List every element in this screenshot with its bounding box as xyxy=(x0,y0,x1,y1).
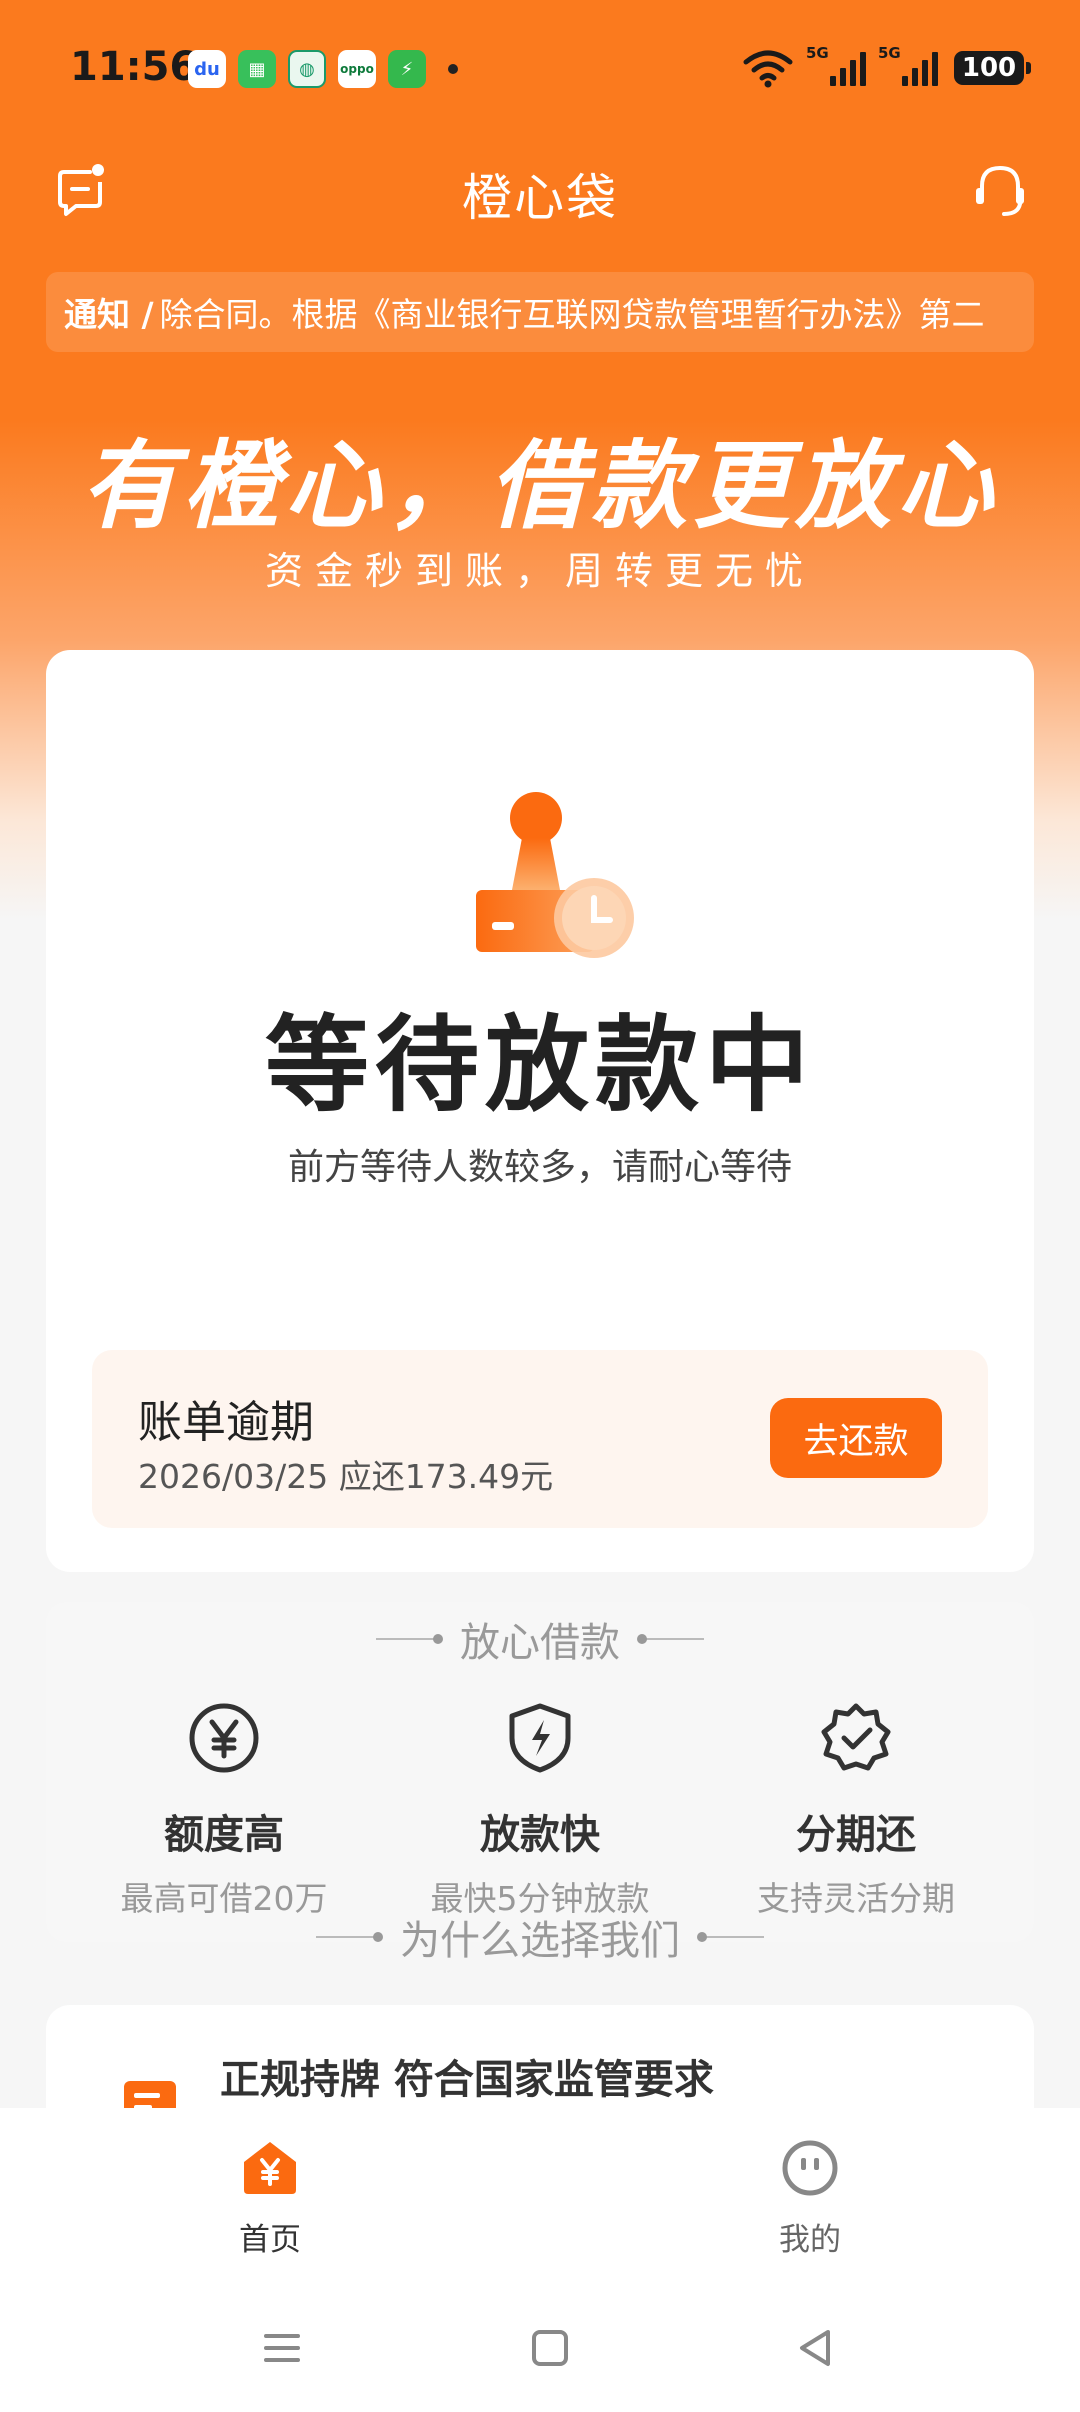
app-header: 橙心袋 xyxy=(0,140,1080,240)
bill-title: 账单逾期 xyxy=(138,1397,314,1448)
heading-line-right xyxy=(637,1634,704,1644)
license-title: 正规持牌 符合国家监管要求 xyxy=(220,2057,714,2103)
why-us-heading: 为什么选择我们 xyxy=(46,1908,1034,1966)
why-us-heading-text: 为什么选择我们 xyxy=(400,1918,680,1964)
menu-icon[interactable] xyxy=(252,2318,312,2378)
oppo-icon: oppo xyxy=(338,50,376,88)
lightning-shield-icon xyxy=(509,1703,571,1773)
signal-icon-2: 5G xyxy=(878,44,938,86)
app-icon: ▦ xyxy=(238,50,276,88)
feature-installment: 分期还 支持灵活分期 xyxy=(706,1700,1006,1920)
yen-icon xyxy=(189,1703,259,1773)
features-heading: 放心借款 xyxy=(46,1610,1034,1668)
bill-detail: 2026/03/25 应还173.49元 xyxy=(138,1457,554,1496)
signal-2-label: 5G xyxy=(878,44,901,62)
tab-home[interactable]: 首页 xyxy=(170,2138,370,2259)
notification-icons: du ▦ ◍ oppo ⚡ xyxy=(188,50,458,88)
system-icons: 5G 5G 100 xyxy=(742,44,1031,88)
tab-home-label: 首页 xyxy=(239,2222,301,2258)
page-title: 橙心袋 xyxy=(462,169,618,227)
loan-status-subtitle: 前方等待人数较多，请耐心等待 xyxy=(287,1147,792,1188)
loan-status-title: 等待放款中 xyxy=(264,1004,815,1126)
overdue-bill-panel: 账单逾期 2026/03/25 应还173.49元 去还款 xyxy=(92,1350,988,1528)
battery-icon: 100 xyxy=(954,51,1031,85)
repay-button[interactable]: 去还款 xyxy=(770,1398,942,1478)
security-icon: ⚡ xyxy=(388,50,426,88)
bank-icon: ◍ xyxy=(288,50,326,88)
feature-high-limit: 额度高 最高可借20万 xyxy=(74,1700,374,1920)
tab-profile-label: 我的 xyxy=(779,2222,841,2258)
wifi-icon xyxy=(743,50,793,88)
feature-fast-loan: 放款快 最快5分钟放款 xyxy=(390,1700,690,1920)
heading-line-left xyxy=(376,1634,443,1644)
heading-line-right xyxy=(697,1932,764,1942)
notice-banner[interactable]: 通知 / 除合同。根据《商业银行互联网贷款管理暂行办法》第二 xyxy=(46,272,1034,352)
home-square-icon[interactable] xyxy=(520,2318,580,2378)
hero-subslogan: 资金秒到账，周转更无忧 xyxy=(264,549,815,593)
check-badge-icon xyxy=(821,1703,891,1771)
hero-slogan: 有橙心，借款更放心 xyxy=(81,430,999,542)
feature-title: 分期还 xyxy=(796,1812,916,1858)
more-notifications-dot xyxy=(448,64,458,74)
waiting-stamp-icon xyxy=(476,792,634,958)
feature-title: 放款快 xyxy=(480,1812,600,1858)
features-section: 放心借款 额度高 最高可借20万 放款快 最快5分钟放款 分期还 支持灵活分期 … xyxy=(46,1602,1034,1964)
baidu-icon: du xyxy=(188,50,226,88)
customer-service-icon[interactable] xyxy=(970,160,1030,220)
tab-profile[interactable]: 我的 xyxy=(710,2138,910,2259)
notice-text: 除合同。根据《商业银行互联网贷款管理暂行办法》第二 xyxy=(159,295,985,334)
features-heading-text: 放心借款 xyxy=(460,1620,620,1666)
signal-1-label: 5G xyxy=(806,44,829,62)
signal-icon-1: 5G xyxy=(806,44,866,86)
notice-tag: 通知 / xyxy=(64,295,154,334)
system-nav-bar xyxy=(0,2288,1080,2412)
status-time: 11:56 xyxy=(70,44,198,90)
heading-line-left xyxy=(316,1932,383,1942)
bottom-tab-bar: 首页 我的 xyxy=(0,2108,1080,2288)
status-bar: 11:56 du ▦ ◍ oppo ⚡ 5G 5G 100 xyxy=(0,0,1080,140)
home-yen-icon xyxy=(244,2142,296,2194)
feature-title: 额度高 xyxy=(164,1812,284,1858)
back-triangle-icon[interactable] xyxy=(786,2318,846,2378)
profile-face-icon xyxy=(782,2140,838,2196)
loan-status-card: 等待放款中 前方等待人数较多，请耐心等待 账单逾期 2026/03/25 应还1… xyxy=(46,650,1034,1572)
